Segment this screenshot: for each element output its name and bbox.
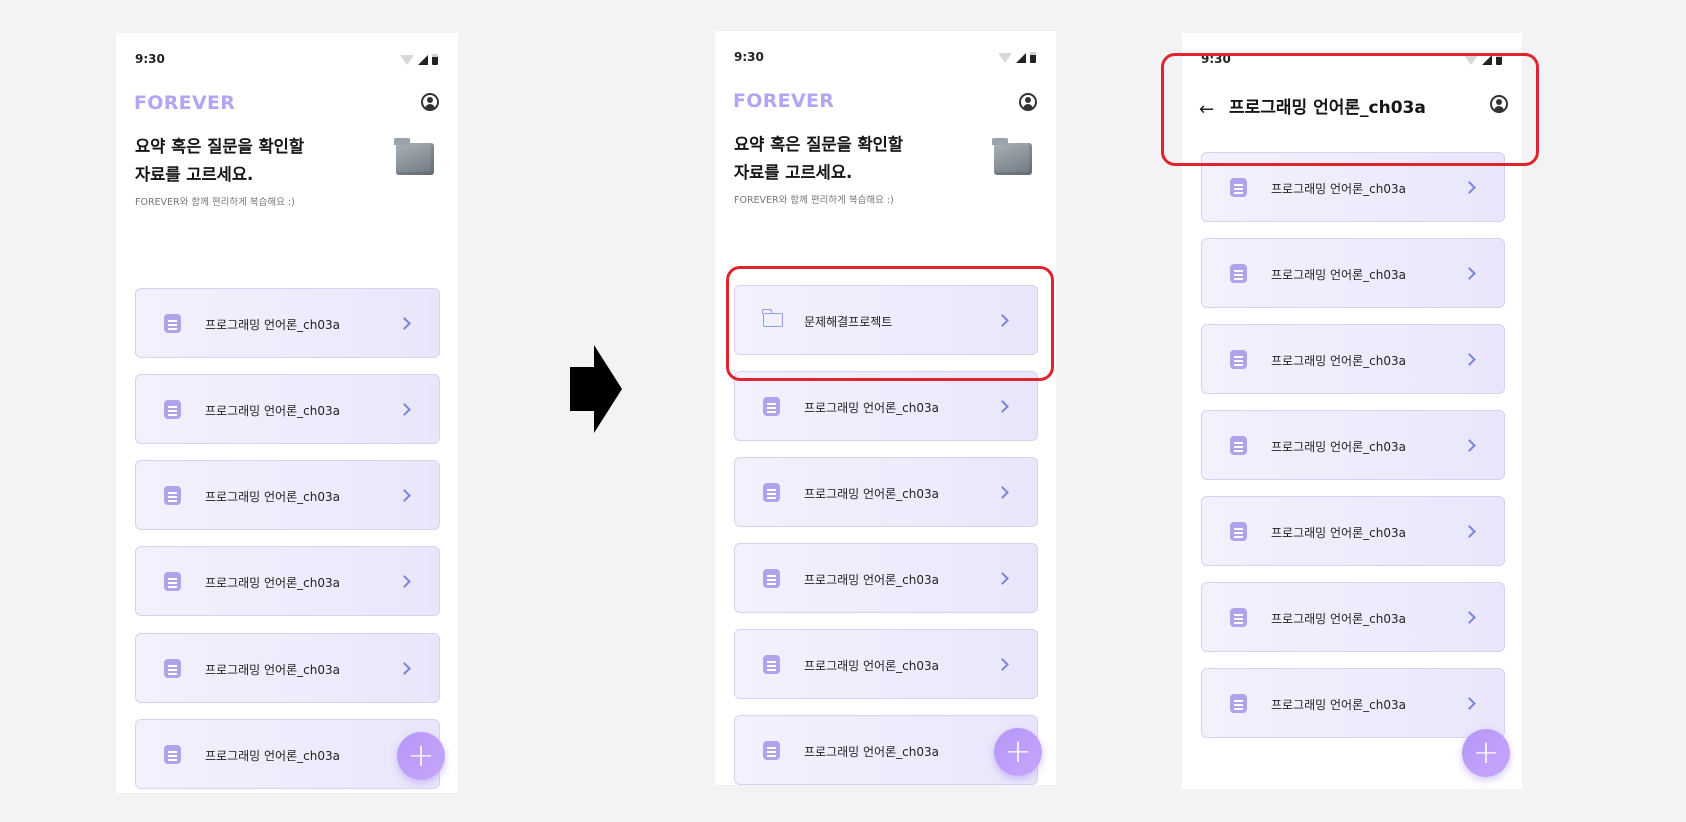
chevron-right-icon (398, 317, 411, 330)
chevron-right-icon (1463, 353, 1476, 366)
chevron-right-icon (996, 400, 1009, 413)
list-item[interactable]: 프로그래밍 언어론_ch03a (1201, 582, 1505, 652)
document-icon (763, 741, 780, 760)
list-item-label: 프로그래밍 언어론_ch03a (205, 663, 340, 677)
chevron-right-icon (1463, 697, 1476, 710)
list-item[interactable]: 프로그래밍 언어론_ch03a (1201, 324, 1505, 394)
add-button[interactable]: + (397, 732, 445, 780)
profile-icon[interactable] (421, 93, 439, 111)
list-item[interactable]: 프로그래밍 언어론_ch03a (135, 374, 440, 444)
folder-illustration-icon (992, 138, 1032, 175)
chevron-right-icon (1463, 267, 1476, 280)
list-item-label: 프로그래밍 언어론_ch03a (1271, 440, 1406, 454)
document-icon (763, 655, 780, 674)
list-item[interactable]: 프로그래밍 언어론_ch03a (135, 546, 440, 616)
list-item[interactable]: 프로그래밍 언어론_ch03a (734, 543, 1038, 613)
highlight-folder-item (726, 266, 1054, 381)
chevron-right-icon (1463, 439, 1476, 452)
chevron-right-icon (1463, 525, 1476, 538)
list-item[interactable]: 프로그래밍 언어론_ch03a (734, 457, 1038, 527)
list-item-label: 프로그래밍 언어론_ch03a (205, 490, 340, 504)
document-icon (1230, 178, 1247, 197)
document-icon (164, 314, 181, 333)
status-bar: 9:30 (135, 52, 438, 68)
document-icon (1230, 522, 1247, 541)
document-icon (164, 572, 181, 591)
document-icon (1230, 264, 1247, 283)
highlight-detail-header (1161, 53, 1539, 166)
document-icon (1230, 694, 1247, 713)
list-item-label: 프로그래밍 언어론_ch03a (1271, 182, 1406, 196)
document-icon (1230, 350, 1247, 369)
status-time: 9:30 (135, 52, 165, 66)
document-icon (164, 659, 181, 678)
chevron-right-icon (398, 575, 411, 588)
list-item-label: 프로그래밍 언어론_ch03a (1271, 526, 1406, 540)
battery-icon (1030, 52, 1036, 63)
phone-screen-home-with-folder: 9:30 FOREVER 요약 혹은 질문을 확인할 자료를 고르세요. FOR… (715, 31, 1056, 785)
folder-illustration-icon (394, 138, 434, 175)
list-item[interactable]: 프로그래밍 언어론_ch03a (734, 629, 1038, 699)
list-item[interactable]: 프로그래밍 언어론_ch03a (1201, 410, 1505, 480)
list-item[interactable]: 프로그래밍 언어론_ch03a (1201, 496, 1505, 566)
chevron-right-icon (1463, 611, 1476, 624)
wifi-icon (998, 52, 1012, 63)
battery-icon (432, 54, 438, 65)
list-item-label: 프로그래밍 언어론_ch03a (804, 487, 939, 501)
document-icon (763, 397, 780, 416)
brand-logo: FOREVER (134, 92, 236, 114)
chevron-right-icon (1463, 181, 1476, 194)
chevron-right-icon (996, 572, 1009, 585)
brand-logo: FOREVER (733, 90, 835, 112)
chevron-right-icon (398, 403, 411, 416)
profile-icon[interactable] (1019, 93, 1037, 111)
list-item[interactable]: 프로그래밍 언어론_ch03a (734, 371, 1038, 441)
chevron-right-icon (398, 662, 411, 675)
list-item-label: 프로그래밍 언어론_ch03a (205, 749, 340, 763)
chevron-right-icon (996, 486, 1009, 499)
list-item-label: 프로그래밍 언어론_ch03a (205, 318, 340, 332)
status-time: 9:30 (734, 50, 764, 64)
list-item-label: 프로그래밍 언어론_ch03a (1271, 612, 1406, 626)
list-item-label: 프로그래밍 언어론_ch03a (1271, 354, 1406, 368)
list-item[interactable]: 프로그래밍 언어론_ch03a (135, 633, 440, 703)
chevron-right-icon (398, 489, 411, 502)
signal-icon (1016, 52, 1026, 63)
right-arrow-icon (570, 345, 622, 433)
status-bar: 9:30 (734, 50, 1036, 66)
list-item-label: 프로그래밍 언어론_ch03a (205, 404, 340, 418)
page-subtext: FOREVER와 함께 편리하게 복습해요 :) (734, 195, 894, 206)
page-headline: 요약 혹은 질문을 확인할 자료를 고르세요. (135, 137, 305, 184)
chevron-right-icon (996, 658, 1009, 671)
list-item-label: 프로그래밍 언어론_ch03a (804, 401, 939, 415)
list-item-label: 프로그래밍 언어론_ch03a (205, 576, 340, 590)
list-item-label: 프로그래밍 언어론_ch03a (804, 745, 939, 759)
list-item[interactable]: 프로그래밍 언어론_ch03a (734, 715, 1038, 785)
document-icon (164, 486, 181, 505)
document-icon (164, 745, 181, 764)
document-icon (763, 483, 780, 502)
list-item[interactable]: 프로그래밍 언어론_ch03a (135, 288, 440, 358)
list-item-label: 프로그래밍 언어론_ch03a (804, 659, 939, 673)
page-headline: 요약 혹은 질문을 확인할 자료를 고르세요. (734, 135, 904, 182)
document-icon (1230, 608, 1247, 627)
phone-screen-home: 9:30 FOREVER 요약 혹은 질문을 확인할 자료를 고르세요. FOR… (116, 33, 458, 793)
document-icon (164, 400, 181, 419)
document-icon (763, 569, 780, 588)
add-button[interactable]: + (1462, 729, 1510, 777)
list-item[interactable]: 프로그래밍 언어론_ch03a (135, 719, 440, 789)
list-item[interactable]: 프로그래밍 언어론_ch03a (135, 460, 440, 530)
list-item-label: 프로그래밍 언어론_ch03a (804, 573, 939, 587)
add-button[interactable]: + (994, 728, 1042, 776)
document-icon (1230, 436, 1247, 455)
page-subtext: FOREVER와 함께 편리하게 복습해요 :) (135, 197, 295, 208)
list-item-label: 프로그래밍 언어론_ch03a (1271, 698, 1406, 712)
wifi-icon (400, 54, 414, 65)
list-item[interactable]: 프로그래밍 언어론_ch03a (1201, 238, 1505, 308)
signal-icon (418, 54, 428, 65)
list-item-label: 프로그래밍 언어론_ch03a (1271, 268, 1406, 282)
list-item[interactable]: 프로그래밍 언어론_ch03a (1201, 668, 1505, 738)
